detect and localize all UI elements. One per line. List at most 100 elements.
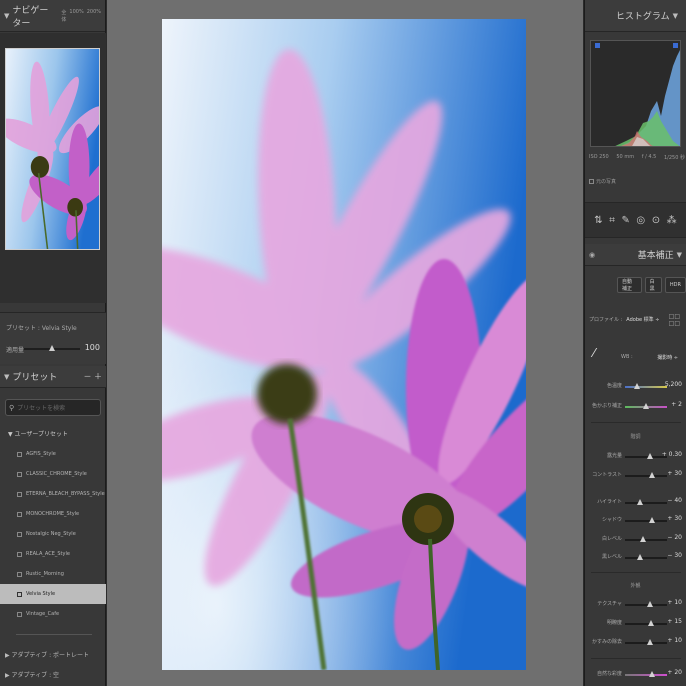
presets-title: プリセット xyxy=(12,373,58,383)
visibility-toggle-icon[interactable]: ◉ xyxy=(589,251,595,259)
tint-slider[interactable]: 色かぶり補正 + 2 xyxy=(585,400,686,414)
slider-value[interactable]: − 30 xyxy=(667,552,682,559)
profile-row[interactable]: プロファイル : Adobe 標準 ÷ xyxy=(589,316,659,323)
slider-value[interactable]: + 2 xyxy=(671,401,682,408)
hdr-button[interactable]: HDR xyxy=(664,277,686,293)
amount-value[interactable]: 100 xyxy=(85,343,100,352)
slider-knob[interactable] xyxy=(648,620,654,626)
adaptive-portrait-group[interactable]: ▶ アダプティブ : ポートレート xyxy=(5,650,89,659)
preset-item[interactable]: Rustic_Morning xyxy=(0,564,106,584)
slider-value[interactable]: + 0.30 xyxy=(662,451,682,458)
preset-label: REALA_ACE_Style xyxy=(26,551,70,557)
slider-track[interactable] xyxy=(625,604,667,606)
slider-track[interactable] xyxy=(625,539,667,541)
zoom-200[interactable]: 200% xyxy=(87,9,101,23)
original-photo-toggle[interactable]: 元の写真 xyxy=(589,178,616,185)
slider-knob[interactable] xyxy=(637,499,643,505)
preset-item[interactable]: MONOCHROME_Style xyxy=(0,504,106,524)
histogram-graph[interactable] xyxy=(590,40,681,147)
preset-item[interactable]: Nostalgic Neg_Style xyxy=(0,524,106,544)
heal-icon[interactable]: ✎ xyxy=(621,215,629,226)
bw-button[interactable]: 白黒 xyxy=(644,277,662,293)
add-remove-preset-button[interactable]: － ＋ xyxy=(83,371,102,382)
edit-sliders-icon[interactable]: ⇅ xyxy=(594,215,602,226)
blacks-slider[interactable]: 黒レベル − 30 xyxy=(585,551,686,565)
slider-track[interactable] xyxy=(625,475,667,477)
slider-track[interactable] xyxy=(625,456,667,458)
preset-item[interactable]: Vintage_Cafe xyxy=(0,604,106,624)
collapse-triangle-icon[interactable]: ▼ xyxy=(4,373,9,381)
main-photo[interactable] xyxy=(162,19,526,670)
preset-item[interactable]: REALA_ACE_Style xyxy=(0,544,106,564)
navigator-header[interactable]: ▼ ナビゲーター 全体 100% 200% xyxy=(0,0,105,32)
redeye-icon[interactable]: ⊙ xyxy=(652,215,660,226)
slider-knob[interactable] xyxy=(643,403,649,409)
temperature-slider[interactable]: 色温度 5,200 xyxy=(585,380,686,394)
vibrance-slider[interactable]: 自然な彩度 + 20 xyxy=(585,668,686,682)
preset-item[interactable]: CLASSIC_CHROME_Style xyxy=(0,464,106,484)
dehaze-slider[interactable]: かすみの除去 + 10 xyxy=(585,636,686,650)
preset-item[interactable]: ETERNA_BLEACH_BYPASS_Style xyxy=(0,484,106,504)
slider-value[interactable]: + 10 xyxy=(667,599,682,606)
profile-browser-icon[interactable]: □□ □□ xyxy=(669,313,680,327)
original-photo-checkbox[interactable] xyxy=(589,179,594,184)
preset-item[interactable]: AGFIS_Style xyxy=(0,444,106,464)
histogram-header[interactable]: ヒストグラム ▼ xyxy=(585,0,686,32)
preset-search-input[interactable]: ⚲ プリセットを検索 xyxy=(5,399,101,416)
mask-icon[interactable]: ◎ xyxy=(636,215,645,226)
slider-knob[interactable] xyxy=(649,517,655,523)
slider-track[interactable] xyxy=(625,520,667,522)
slider-knob[interactable] xyxy=(649,671,655,677)
slider-track[interactable] xyxy=(625,557,667,559)
presets-header[interactable]: ▼ プリセット － ＋ xyxy=(0,366,106,388)
highlights-slider[interactable]: ハイライト − 40 xyxy=(585,496,686,510)
navigator-thumbnail[interactable] xyxy=(5,48,100,250)
zoom-fit[interactable]: 全体 xyxy=(61,9,66,23)
wb-select[interactable]: 撮影時 ÷ xyxy=(657,354,678,361)
auto-button[interactable]: 自動補正 xyxy=(617,277,642,293)
amount-slider-knob[interactable] xyxy=(49,345,55,351)
contrast-slider[interactable]: コントラスト + 30 xyxy=(585,469,686,483)
collapse-triangle-icon[interactable]: ▼ xyxy=(673,12,678,20)
preset-item-selected[interactable]: Velvia Style xyxy=(0,584,106,604)
slider-value[interactable]: − 20 xyxy=(667,534,682,541)
slider-value[interactable]: + 30 xyxy=(667,515,682,522)
slider-knob[interactable] xyxy=(647,601,653,607)
adaptive-sky-group[interactable]: ▶ アダプティブ : 空 xyxy=(5,670,59,679)
slider-track[interactable] xyxy=(625,642,667,644)
preset-label: Nostalgic Neg_Style xyxy=(26,531,76,537)
slider-value[interactable]: + 10 xyxy=(667,637,682,644)
photo-canvas[interactable] xyxy=(107,0,583,686)
collapse-triangle-icon[interactable]: ▼ xyxy=(677,251,682,259)
slider-value[interactable]: − 40 xyxy=(667,497,682,504)
clarity-slider[interactable]: 明瞭度 + 15 xyxy=(585,617,686,631)
slider-track[interactable] xyxy=(625,386,667,388)
slider-label: 自然な彩度 xyxy=(596,671,622,677)
zoom-100[interactable]: 100% xyxy=(69,9,83,23)
slider-knob[interactable] xyxy=(634,383,640,389)
shadows-slider[interactable]: シャドウ + 30 xyxy=(585,514,686,528)
slider-track[interactable] xyxy=(625,623,667,625)
eyedropper-icon[interactable]: ⁄ xyxy=(593,346,603,364)
texture-slider[interactable]: テクスチャ + 10 xyxy=(585,598,686,612)
slider-value[interactable]: + 30 xyxy=(667,470,682,477)
basic-panel-header[interactable]: ◉ 基本補正 ▼ xyxy=(585,244,686,266)
collapse-triangle-icon[interactable]: ▼ xyxy=(4,12,9,20)
crop-icon[interactable]: ⌗ xyxy=(609,215,615,226)
profile-select[interactable]: Adobe 標準 ÷ xyxy=(626,316,659,323)
slider-value[interactable]: 5,200 xyxy=(665,381,682,388)
slider-label: コントラスト xyxy=(592,472,622,478)
exposure-slider[interactable]: 露光量 + 0.30 xyxy=(585,450,686,464)
slider-value[interactable]: + 20 xyxy=(667,669,682,676)
presets-icon[interactable]: ⁂ xyxy=(667,215,677,226)
slider-track[interactable] xyxy=(625,502,667,504)
slider-knob[interactable] xyxy=(637,554,643,560)
slider-knob[interactable] xyxy=(647,453,653,459)
slider-knob[interactable] xyxy=(647,639,653,645)
slider-value[interactable]: + 15 xyxy=(667,618,682,625)
whites-slider[interactable]: 白レベル − 20 xyxy=(585,533,686,547)
user-presets-group[interactable]: ▼ ユーザープリセット xyxy=(8,429,68,438)
slider-knob[interactable] xyxy=(640,536,646,542)
slider-track[interactable] xyxy=(625,674,667,676)
slider-knob[interactable] xyxy=(649,472,655,478)
